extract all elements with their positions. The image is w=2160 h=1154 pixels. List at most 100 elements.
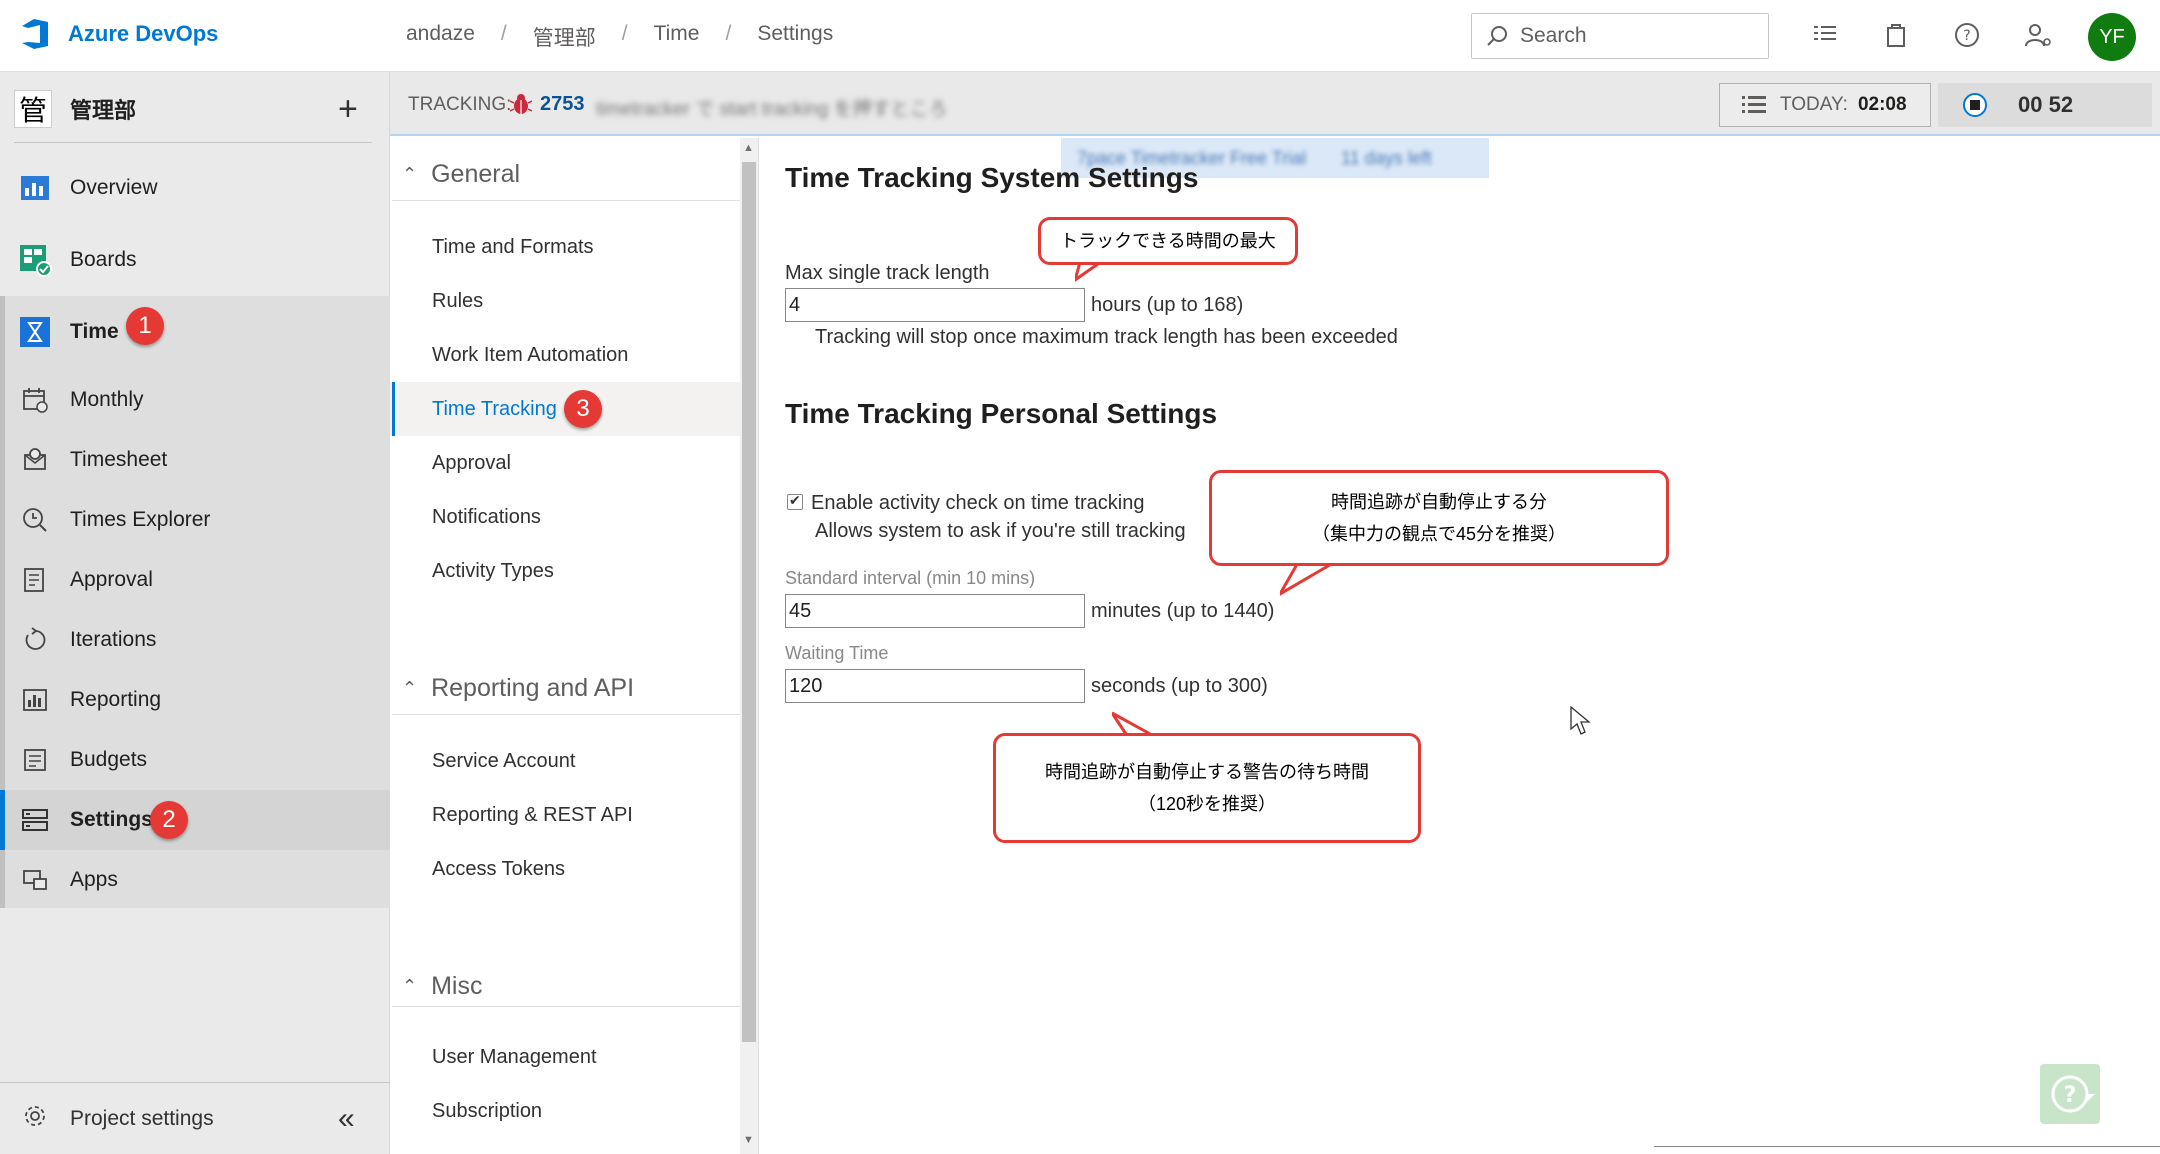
divider bbox=[392, 200, 740, 201]
menu-item-rules[interactable]: Rules bbox=[390, 274, 740, 328]
breadcrumb-project[interactable]: 管理部 bbox=[533, 22, 596, 52]
search-box[interactable]: Search bbox=[1471, 13, 1769, 59]
user-settings-icon[interactable] bbox=[2023, 20, 2053, 50]
menu-item-label: Rules bbox=[432, 289, 484, 312]
avatar[interactable]: YF bbox=[2088, 13, 2136, 61]
menu-item-reporting-rest-api[interactable]: Reporting & REST API bbox=[390, 788, 740, 842]
sidebar-item-overview[interactable]: Overview bbox=[0, 158, 390, 218]
project-header[interactable]: 管 管理部 bbox=[14, 90, 136, 128]
tracking-bar: TRACKING: 2753 timetracker で start track… bbox=[390, 72, 2160, 136]
sidebar-item-approval[interactable]: Approval bbox=[0, 550, 390, 610]
menu-item-activity-types[interactable]: Activity Types bbox=[390, 544, 740, 598]
menu-item-time-and-formats[interactable]: Time and Formats bbox=[390, 220, 740, 274]
sidebar-item-budgets[interactable]: Budgets bbox=[0, 730, 390, 790]
group-reporting-and-api[interactable]: ⌃ Reporting and API bbox=[402, 674, 634, 703]
add-icon[interactable]: + bbox=[338, 90, 358, 129]
bottom-panel-edge bbox=[1654, 1146, 2160, 1154]
breadcrumb-settings[interactable]: Settings bbox=[757, 22, 833, 52]
callout-auto-stop: 時間追跡が自動停止する分 （集中力の観点で45分を推奨） bbox=[1209, 470, 1669, 566]
activity-check-label[interactable]: Enable activity check on time tracking bbox=[811, 492, 1145, 515]
menu-item-user-management[interactable]: User Management bbox=[390, 1030, 740, 1084]
sidebar-item-label: Overview bbox=[70, 176, 158, 199]
scroll-down-icon[interactable]: ▼ bbox=[743, 1134, 754, 1146]
scroll-up-icon[interactable]: ▲ bbox=[743, 142, 754, 154]
settings-menu-scrollbar[interactable]: ▲ ▼ bbox=[740, 138, 758, 1154]
today-label: TODAY: bbox=[1780, 94, 1848, 115]
activity-check-help: Allows system to ask if you're still tra… bbox=[815, 520, 1186, 542]
callout-warning-wait: 時間追跡が自動停止する警告の待ち時間 （120秒を推奨） bbox=[993, 733, 1421, 843]
group-general[interactable]: ⌃ General bbox=[402, 160, 520, 189]
sidebar-item-settings[interactable]: Settings bbox=[0, 790, 390, 850]
brand[interactable]: Azure DevOps bbox=[18, 16, 218, 52]
max-track-input[interactable] bbox=[785, 288, 1085, 322]
tracking-label: TRACKING: bbox=[408, 94, 512, 115]
sidebar-item-boards[interactable]: Boards bbox=[0, 230, 390, 290]
scrollbar-thumb[interactable] bbox=[742, 162, 756, 1042]
menu-item-label: Notifications bbox=[432, 505, 541, 528]
menu-item-service-account[interactable]: Service Account bbox=[390, 734, 740, 788]
max-track-label: Max single track length bbox=[785, 262, 990, 284]
menu-item-label: Access Tokens bbox=[432, 857, 566, 880]
project-name: 管理部 bbox=[70, 98, 137, 123]
work-items-list-icon[interactable] bbox=[1810, 20, 1840, 50]
chevron-up-icon: ⌃ bbox=[402, 976, 418, 996]
tracking-ticket-title[interactable]: timetracker で start tracking を押すところ bbox=[596, 94, 948, 121]
divider bbox=[14, 142, 372, 143]
sidebar-item-reporting[interactable]: Reporting bbox=[0, 670, 390, 730]
group-misc[interactable]: ⌃ Misc bbox=[402, 972, 482, 1001]
step-badge-2: 2 bbox=[150, 801, 188, 839]
sidebar-item-times-explorer[interactable]: Times Explorer bbox=[0, 490, 390, 550]
menu-item-subscription[interactable]: Subscription bbox=[390, 1084, 740, 1138]
collapse-sidebar-icon[interactable]: « bbox=[338, 1102, 355, 1136]
marketplace-bag-icon[interactable] bbox=[1881, 20, 1911, 50]
today-total[interactable]: TODAY: 02:08 bbox=[1719, 83, 1931, 127]
menu-item-access-tokens[interactable]: Access Tokens bbox=[390, 842, 740, 896]
stop-tracking-icon[interactable] bbox=[1962, 92, 1988, 118]
breadcrumb-separator: / bbox=[725, 22, 732, 45]
breadcrumb-time[interactable]: Time bbox=[654, 22, 700, 52]
waiting-time-suffix: seconds (up to 300) bbox=[1091, 675, 1268, 697]
project-avatar: 管 bbox=[14, 90, 52, 128]
callout-max-track: トラックできる時間の最大 bbox=[1038, 217, 1298, 265]
activity-check-checkbox[interactable] bbox=[787, 492, 803, 510]
today-value: 02:08 bbox=[1857, 94, 1907, 115]
chevron-up-icon: ⌃ bbox=[402, 678, 418, 698]
menu-item-label: Activity Types bbox=[432, 559, 554, 582]
group-title: Reporting and API bbox=[431, 674, 635, 702]
timer-value: 00 52 bbox=[2018, 92, 2074, 117]
budgets-icon bbox=[18, 743, 52, 777]
personal-settings-title: Time Tracking Personal Settings bbox=[785, 398, 1218, 429]
breadcrumb-separator: / bbox=[621, 22, 628, 45]
brand-name: Azure DevOps bbox=[68, 21, 219, 46]
sidebar-item-timesheet[interactable]: Timesheet bbox=[0, 430, 390, 490]
sidebar-item-time[interactable]: Time bbox=[0, 302, 390, 362]
overview-icon bbox=[18, 171, 52, 205]
menu-item-approval[interactable]: Approval bbox=[390, 436, 740, 490]
menu-item-label: Reporting & REST API bbox=[432, 803, 633, 826]
callout-text: 時間追跡が自動停止する警告の待ち時間 bbox=[1045, 762, 1369, 782]
floating-help-button[interactable]: ? bbox=[2040, 1064, 2100, 1124]
svg-text:?: ? bbox=[2064, 1083, 2077, 1108]
menu-item-label: Time Tracking bbox=[432, 397, 557, 420]
breadcrumb-separator: / bbox=[500, 22, 507, 45]
sidebar-item-apps[interactable]: Apps bbox=[0, 850, 390, 910]
project-settings[interactable]: Project settings « bbox=[0, 1082, 390, 1154]
menu-item-notifications[interactable]: Notifications bbox=[390, 490, 740, 544]
settings-icon bbox=[18, 803, 52, 837]
tracking-ticket-id[interactable]: 2753 bbox=[540, 93, 585, 116]
sidebar-item-label: Times Explorer bbox=[70, 508, 211, 531]
help-icon[interactable]: ? bbox=[1952, 20, 1982, 50]
mouse-cursor-icon bbox=[1570, 706, 1591, 735]
breadcrumb-org[interactable]: andaze bbox=[406, 22, 475, 52]
menu-item-work-item-automation[interactable]: Work Item Automation bbox=[390, 328, 740, 382]
group-title: General bbox=[431, 160, 521, 188]
interval-input[interactable] bbox=[785, 594, 1085, 628]
sidebar-item-iterations[interactable]: Iterations bbox=[0, 610, 390, 670]
left-navigation: 管 管理部 + Overview Boards Time 1 Monthly T… bbox=[0, 72, 390, 1154]
waiting-time-input[interactable] bbox=[785, 669, 1085, 703]
timesheet-icon bbox=[18, 443, 52, 477]
step-badge-3: 3 bbox=[564, 390, 602, 428]
sidebar-item-monthly[interactable]: Monthly bbox=[0, 370, 390, 430]
sidebar-item-label: Timesheet bbox=[70, 448, 168, 471]
boards-icon bbox=[18, 243, 52, 277]
